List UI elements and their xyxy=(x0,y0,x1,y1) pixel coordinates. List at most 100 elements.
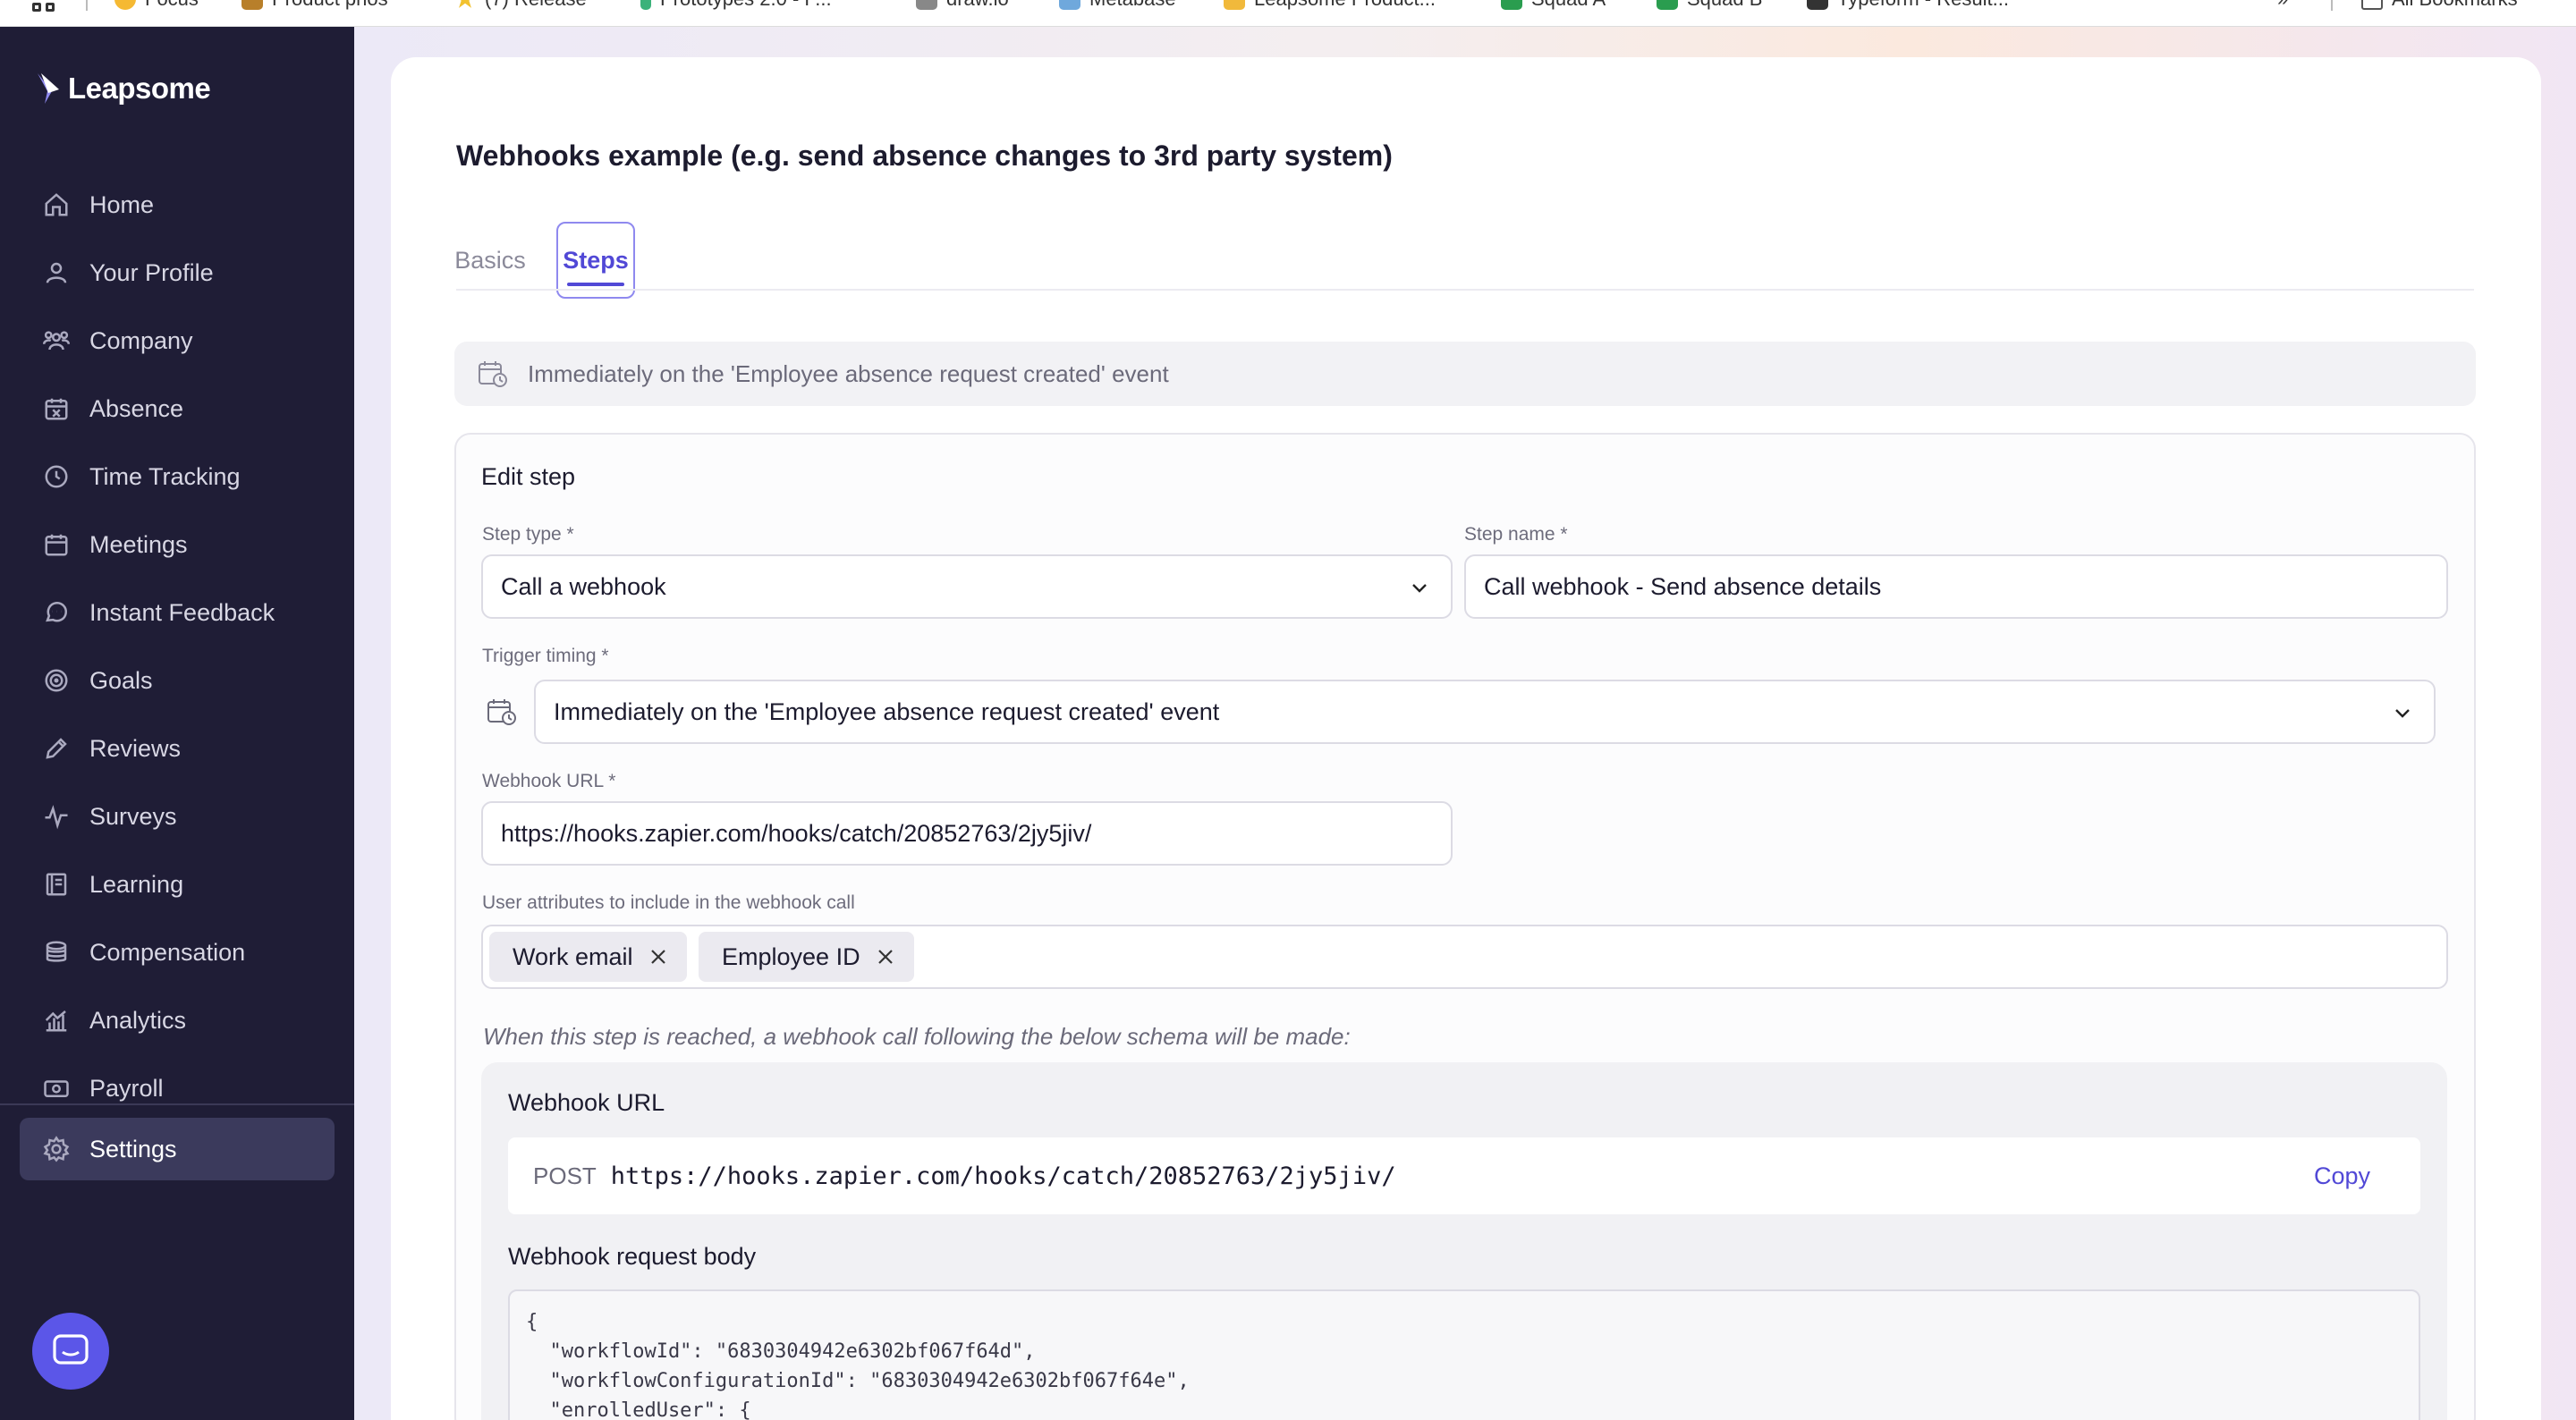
bookmark-item[interactable]: Prototypes 2.0 - P... xyxy=(640,0,832,11)
step-type-select[interactable]: Call a webhook xyxy=(481,554,1453,619)
coins-icon xyxy=(46,941,67,962)
edit-step-heading: Edit step xyxy=(481,463,576,490)
bookmark-item[interactable]: Focus xyxy=(114,0,199,11)
bookmarks-separator xyxy=(86,0,88,11)
page-title: Webhooks example (e.g. send absence chan… xyxy=(456,139,1393,172)
sidebar-item-goals[interactable]: Goals xyxy=(20,649,335,712)
sidebar-item-settings[interactable]: Settings xyxy=(20,1118,335,1180)
close-icon[interactable] xyxy=(649,948,667,966)
money-icon xyxy=(44,1080,69,1097)
sidebar-item-payroll[interactable]: Payroll xyxy=(20,1057,335,1120)
trigger-timing-select[interactable]: Immediately on the 'Employee absence req… xyxy=(534,680,2436,744)
sidebar: Leapsome Home Your Profile Company Absen… xyxy=(0,27,354,1420)
webhook-url-label: Webhook URL * xyxy=(482,771,616,791)
sidebar-item-time-tracking[interactable]: Time Tracking xyxy=(20,445,335,508)
webhook-url-row: POST https://hooks.zapier.com/hooks/catc… xyxy=(508,1137,2420,1214)
sidebar-item-learning[interactable]: Learning xyxy=(20,853,335,916)
step-type-label: Step type * xyxy=(482,524,574,545)
bookmark-item[interactable]: Metabase xyxy=(1059,0,1176,11)
sidebar-item-home[interactable]: Home xyxy=(20,173,335,236)
bookmark-favicon-icon xyxy=(1059,0,1080,10)
sidebar-item-meetings[interactable]: Meetings xyxy=(20,513,335,576)
gear-icon xyxy=(43,1136,70,1162)
bookmark-favicon-icon xyxy=(1807,0,1828,10)
chat-icon xyxy=(46,601,68,622)
attributes-label: User attributes to include in the webhoo… xyxy=(482,892,855,913)
pencil-icon xyxy=(46,738,67,759)
sidebar-item-analytics[interactable]: Analytics xyxy=(20,989,335,1052)
brand-name: Leapsome xyxy=(68,72,211,105)
calendar-clock-icon xyxy=(487,699,516,725)
bookmarks-separator xyxy=(2331,0,2333,11)
tabs-divider xyxy=(456,289,2474,291)
request-body-heading: Webhook request body xyxy=(508,1243,757,1270)
pulse-icon xyxy=(45,805,68,830)
users-icon xyxy=(43,331,70,351)
bookmark-favicon-icon xyxy=(916,0,937,10)
sidebar-item-absence[interactable]: Absence xyxy=(20,377,335,440)
folder-icon xyxy=(2361,0,2383,10)
bookmark-favicon-icon xyxy=(1657,0,1678,10)
copy-url-button[interactable]: Copy xyxy=(2314,1162,2370,1190)
home-icon xyxy=(45,193,68,216)
bookmark-favicon-icon xyxy=(114,0,136,10)
bookmark-item[interactable]: Leapsome Product... xyxy=(1224,0,1436,11)
support-chat-button[interactable] xyxy=(32,1313,109,1390)
step-name-input[interactable]: Call webhook - Send absence details xyxy=(1464,554,2448,619)
bookmark-item[interactable]: Typeform - Result... xyxy=(1807,0,2009,11)
calendar-icon xyxy=(45,534,68,556)
trigger-timing-value: Immediately on the 'Employee absence req… xyxy=(554,697,1220,725)
schema-note: When this step is reached, a webhook cal… xyxy=(483,1023,1351,1050)
tab-basics[interactable]: Basics xyxy=(453,222,528,299)
calendar-x-icon xyxy=(45,398,68,420)
sidebar-item-company[interactable]: Company xyxy=(20,309,335,372)
close-icon[interactable] xyxy=(877,948,894,966)
active-tab-indicator xyxy=(567,283,624,286)
leapsome-mark-icon xyxy=(38,73,59,104)
request-body-code: { "workflowId": "6830304942e6302bf067f64… xyxy=(508,1289,2420,1420)
trigger-banner-text: Immediately on the 'Employee absence req… xyxy=(528,359,1169,387)
leapsome-logo[interactable]: Leapsome xyxy=(36,72,211,106)
star-icon xyxy=(454,0,476,8)
bookmark-favicon-icon xyxy=(1501,0,1522,10)
sidebar-item-surveys[interactable]: Surveys xyxy=(20,785,335,848)
chevron-down-icon xyxy=(1412,584,1427,593)
bookmarks-overflow-button[interactable]: » xyxy=(2277,0,2288,11)
webhook-url-display: https://hooks.zapier.com/hooks/catch/208… xyxy=(610,1162,1396,1190)
step-name-label: Step name * xyxy=(1464,524,1568,545)
bookmark-item[interactable]: draw.io xyxy=(916,0,1009,11)
http-method: POST xyxy=(533,1162,597,1189)
step-name-value: Call webhook - Send absence details xyxy=(1484,572,1882,600)
chevron-down-icon xyxy=(2395,709,2410,718)
bookmarks-bar: Focus Product prios (7) Release Prototyp… xyxy=(0,0,2576,27)
target-icon xyxy=(45,669,68,692)
webhook-url-input[interactable]: https://hooks.zapier.com/hooks/catch/208… xyxy=(481,801,1453,866)
sidebar-divider xyxy=(0,1103,354,1105)
all-bookmarks-button[interactable]: All Bookmarks xyxy=(2361,0,2518,11)
calendar-clock-icon xyxy=(479,361,507,387)
sidebar-item-reviews[interactable]: Reviews xyxy=(20,717,335,780)
webhook-url-value: https://hooks.zapier.com/hooks/catch/208… xyxy=(501,819,1092,847)
clock-icon xyxy=(45,465,68,488)
sidebar-item-your-profile[interactable]: Your Profile xyxy=(20,241,335,304)
sidebar-item-instant-feedback[interactable]: Instant Feedback xyxy=(20,581,335,644)
chat-support-icon xyxy=(53,1334,89,1365)
sidebar-item-compensation[interactable]: Compensation xyxy=(20,921,335,984)
bookmark-favicon-icon xyxy=(1224,0,1245,10)
trigger-banner: Immediately on the 'Employee absence req… xyxy=(454,342,2476,406)
attribute-chip: Work email xyxy=(489,932,687,982)
book-icon xyxy=(46,873,67,896)
bookmark-favicon-icon xyxy=(242,0,263,10)
bookmark-favicon-icon xyxy=(640,0,651,10)
tab-steps[interactable]: Steps xyxy=(556,222,635,299)
bookmark-item[interactable]: (7) Release xyxy=(454,0,587,11)
bookmark-item[interactable]: Product prios xyxy=(242,0,388,11)
apps-grid-icon[interactable] xyxy=(32,0,57,14)
bookmark-item[interactable]: Squad A xyxy=(1501,0,1606,11)
attribute-chip: Employee ID xyxy=(699,932,914,982)
user-icon xyxy=(46,262,67,283)
bar-chart-icon xyxy=(45,1010,67,1032)
bookmark-item[interactable]: Squad B xyxy=(1657,0,1762,11)
trigger-timing-label: Trigger timing * xyxy=(482,646,609,666)
webhook-url-heading: Webhook URL xyxy=(508,1089,665,1116)
